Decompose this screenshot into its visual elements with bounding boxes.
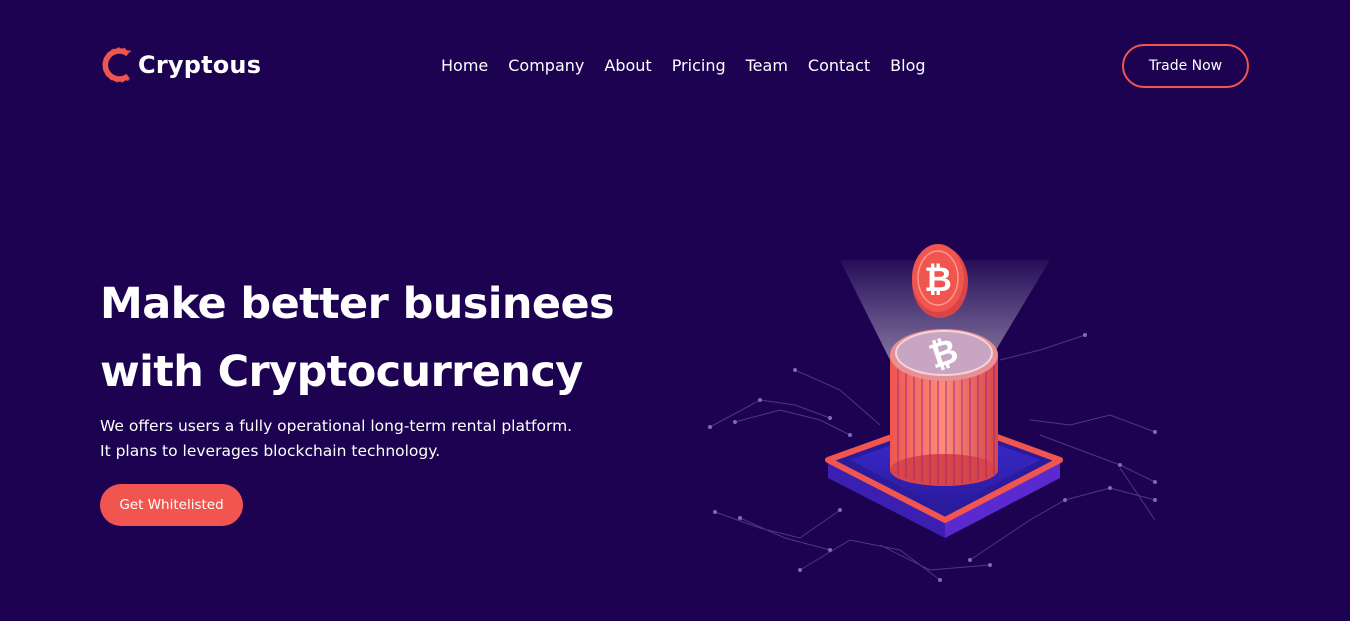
nav-item-team: Team	[746, 55, 788, 77]
nav-item-home: Home	[441, 55, 488, 77]
nav-item-pricing: Pricing	[672, 55, 726, 77]
hero-title-line-1: Make better businees	[100, 279, 615, 329]
nav-item-company: Company	[508, 55, 584, 77]
hero-title-line-2: with Cryptocurrency	[100, 347, 583, 397]
nav-link-blog[interactable]: Blog	[890, 56, 925, 75]
nav-link-pricing[interactable]: Pricing	[672, 56, 726, 75]
nav-item-contact: Contact	[808, 55, 870, 77]
nav-link-about[interactable]: About	[604, 56, 651, 75]
hero-description: We offers users a fully operational long…	[100, 414, 660, 464]
hero-description-line-1: We offers users a fully operational long…	[100, 417, 573, 435]
svg-text:₿: ₿	[924, 260, 952, 300]
bitcoin-coin-icon: ₿	[912, 244, 968, 318]
hero-description-line-2: It plans to leverages blockchain technol…	[100, 442, 441, 460]
logo-c-icon	[102, 47, 132, 83]
nav-link-home[interactable]: Home	[441, 56, 488, 75]
nav-link-team[interactable]: Team	[746, 56, 788, 75]
nav-item-about: About	[604, 55, 651, 77]
main-nav: Home Company About Pricing Team Contact …	[441, 55, 926, 77]
get-whitelisted-button[interactable]: Get Whitelisted	[100, 484, 243, 526]
nav-link-contact[interactable]: Contact	[808, 56, 870, 75]
nav-item-blog: Blog	[890, 55, 925, 77]
brand-name: Cryptous	[138, 51, 262, 79]
crypto-platform-illustration: ₿ ₿	[708, 244, 1157, 582]
hero-illustration: ₿ ₿	[700, 220, 1170, 590]
trade-now-button[interactable]: Trade Now	[1122, 44, 1249, 88]
brand-logo[interactable]: Cryptous	[100, 44, 261, 86]
coin-stack-icon: ₿	[890, 329, 998, 486]
hero-title: Make better businees with Cryptocurrency	[100, 270, 660, 406]
page: Cryptous Home Company About Pricing Team…	[0, 0, 1350, 621]
nav-link-company[interactable]: Company	[508, 56, 584, 75]
